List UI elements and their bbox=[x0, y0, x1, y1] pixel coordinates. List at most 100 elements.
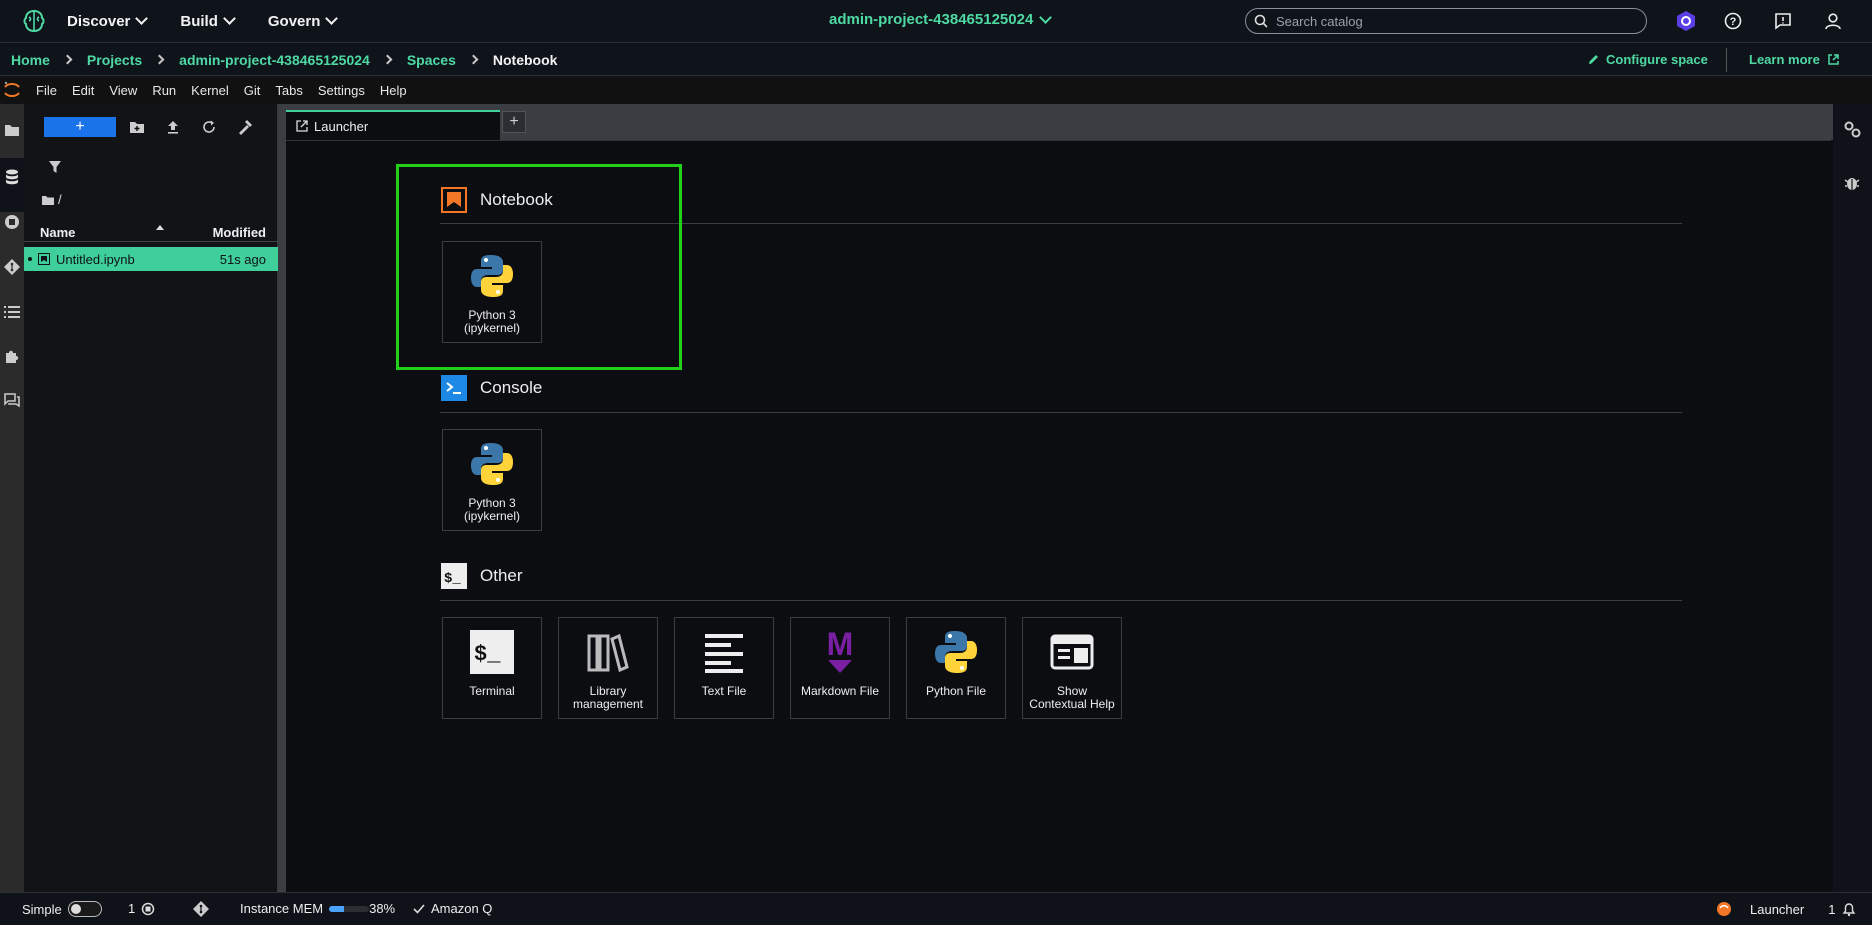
upload-icon[interactable] bbox=[163, 117, 183, 137]
new-folder-icon[interactable] bbox=[127, 117, 147, 137]
add-tab-label: + bbox=[509, 113, 519, 130]
python-icon bbox=[931, 627, 981, 677]
notebook-section-icon bbox=[441, 187, 467, 213]
menu-kernel[interactable]: Kernel bbox=[191, 83, 229, 98]
user-icon[interactable] bbox=[1822, 10, 1844, 32]
filter-icon[interactable] bbox=[48, 160, 62, 174]
section-other-title: Other bbox=[480, 566, 523, 585]
property-inspector-icon[interactable] bbox=[1843, 120, 1861, 141]
menu-settings[interactable]: Settings bbox=[318, 83, 365, 98]
menu-tabs[interactable]: Tabs bbox=[275, 83, 302, 98]
nav-govern-label: Govern bbox=[267, 12, 321, 30]
text-file-icon bbox=[699, 627, 749, 677]
launcher-icon bbox=[296, 120, 308, 132]
new-launcher-label: + bbox=[75, 118, 85, 135]
menu-edit[interactable]: Edit bbox=[72, 83, 94, 98]
breadcrumb: Home Projects admin-project-438465125024… bbox=[11, 52, 557, 68]
chevron-down-icon bbox=[223, 12, 236, 25]
current-path[interactable]: / bbox=[42, 192, 62, 207]
configure-space-label: Configure space bbox=[1606, 52, 1708, 67]
card-label: Python 3 (ipykernel) bbox=[444, 497, 540, 523]
python-icon bbox=[467, 439, 517, 489]
breadcrumb-spaces[interactable]: Spaces bbox=[407, 52, 456, 68]
simple-mode-toggle[interactable]: Simple bbox=[22, 901, 102, 917]
learn-more-label: Learn more bbox=[1749, 52, 1820, 67]
notebook-python3-card[interactable]: Python 3 (ipykernel) bbox=[442, 241, 542, 343]
menu-git[interactable]: Git bbox=[244, 83, 261, 98]
console-section-icon bbox=[441, 375, 467, 401]
current-path-label: / bbox=[58, 192, 62, 207]
divider bbox=[440, 600, 1682, 601]
card-label-line1: Python 3 bbox=[468, 308, 516, 322]
menu-help[interactable]: Help bbox=[380, 83, 407, 98]
menu-run[interactable]: Run bbox=[152, 83, 176, 98]
running-kernels-icon[interactable] bbox=[2, 212, 22, 232]
chevron-down-icon bbox=[1039, 10, 1053, 24]
table-of-contents-icon[interactable] bbox=[2, 302, 22, 322]
column-name[interactable]: Name bbox=[40, 225, 75, 240]
learn-more-link[interactable]: Learn more bbox=[1749, 52, 1840, 67]
breadcrumb-home[interactable]: Home bbox=[11, 52, 50, 68]
bell-icon[interactable] bbox=[1841, 901, 1857, 917]
toggle-switch[interactable] bbox=[67, 901, 102, 917]
text-file-card[interactable]: Text File bbox=[674, 617, 774, 719]
brain-logo-icon[interactable] bbox=[21, 8, 47, 34]
extensions-icon[interactable] bbox=[2, 346, 22, 366]
section-console: Console bbox=[441, 375, 542, 401]
instance-memory: Instance MEM 38% bbox=[240, 901, 395, 916]
jupyter-status-icon[interactable] bbox=[1716, 901, 1732, 917]
breadcrumb-project[interactable]: admin-project-438465125024 bbox=[179, 52, 370, 68]
divider bbox=[440, 412, 1682, 413]
help-icon[interactable]: ? bbox=[1722, 10, 1744, 32]
menu-file[interactable]: File bbox=[36, 83, 57, 98]
svg-text:$_: $_ bbox=[444, 571, 461, 587]
menu-bar: File Edit View Run Kernel Git Tabs Setti… bbox=[0, 77, 1872, 103]
terminal-card[interactable]: $_ Terminal bbox=[442, 617, 542, 719]
library-books-icon bbox=[583, 627, 633, 677]
python-file-card[interactable]: Python File bbox=[906, 617, 1006, 719]
terminals-count[interactable]: 1 bbox=[128, 901, 155, 916]
tab-strip: Launcher + bbox=[286, 104, 1833, 140]
active-document-label: Launcher bbox=[1750, 901, 1805, 917]
configure-space-button[interactable]: Configure space bbox=[1587, 52, 1708, 67]
file-row[interactable]: Untitled.ipynb 51s ago bbox=[24, 247, 278, 271]
git-status[interactable] bbox=[193, 901, 209, 917]
console-python3-card[interactable]: Python 3 (ipykernel) bbox=[442, 429, 542, 531]
card-label: Python 3 (ipykernel) bbox=[444, 309, 540, 335]
amazon-q-status[interactable]: Amazon Q bbox=[413, 901, 492, 916]
feedback-icon[interactable] bbox=[1772, 10, 1794, 32]
search-catalog[interactable] bbox=[1245, 8, 1647, 34]
breadcrumb-projects[interactable]: Projects bbox=[87, 52, 142, 68]
memory-label: Instance MEM bbox=[240, 901, 324, 916]
chat-icon[interactable] bbox=[2, 390, 22, 410]
new-launcher-button[interactable]: + bbox=[44, 117, 116, 137]
folder-icon[interactable] bbox=[2, 120, 22, 140]
contextual-help-icon bbox=[1047, 627, 1097, 677]
nav-govern[interactable]: Govern bbox=[267, 12, 339, 30]
search-input[interactable] bbox=[1276, 13, 1636, 29]
debugger-icon[interactable] bbox=[1843, 174, 1861, 195]
card-label-line1: Show bbox=[1056, 684, 1088, 698]
simple-mode-label: Simple bbox=[22, 901, 62, 917]
git-icon[interactable] bbox=[2, 257, 22, 277]
checkmark-icon bbox=[413, 903, 425, 914]
svg-text:$_: $_ bbox=[474, 642, 501, 667]
nav-build[interactable]: Build bbox=[180, 12, 236, 30]
panel-splitter[interactable] bbox=[278, 104, 286, 892]
database-icon[interactable] bbox=[2, 167, 22, 187]
card-label: Show Contextual Help bbox=[1024, 685, 1120, 711]
git-clone-icon[interactable] bbox=[235, 117, 255, 137]
markdown-file-card[interactable]: M Markdown File bbox=[790, 617, 890, 719]
nav-build-label: Build bbox=[180, 12, 218, 30]
tab-launcher[interactable]: Launcher bbox=[286, 110, 500, 140]
add-tab-button[interactable]: + bbox=[502, 111, 526, 133]
refresh-icon[interactable] bbox=[199, 117, 219, 137]
nav-discover[interactable]: Discover bbox=[67, 12, 149, 30]
library-management-card[interactable]: Library management bbox=[558, 617, 658, 719]
column-modified[interactable]: Modified bbox=[213, 225, 266, 240]
contextual-help-card[interactable]: Show Contextual Help bbox=[1022, 617, 1122, 719]
card-label-line1: Python 3 bbox=[468, 496, 516, 510]
amazon-q-icon[interactable] bbox=[1675, 10, 1697, 32]
menu-view[interactable]: View bbox=[109, 83, 137, 98]
project-selector[interactable]: admin-project-438465125024 bbox=[829, 10, 1053, 28]
